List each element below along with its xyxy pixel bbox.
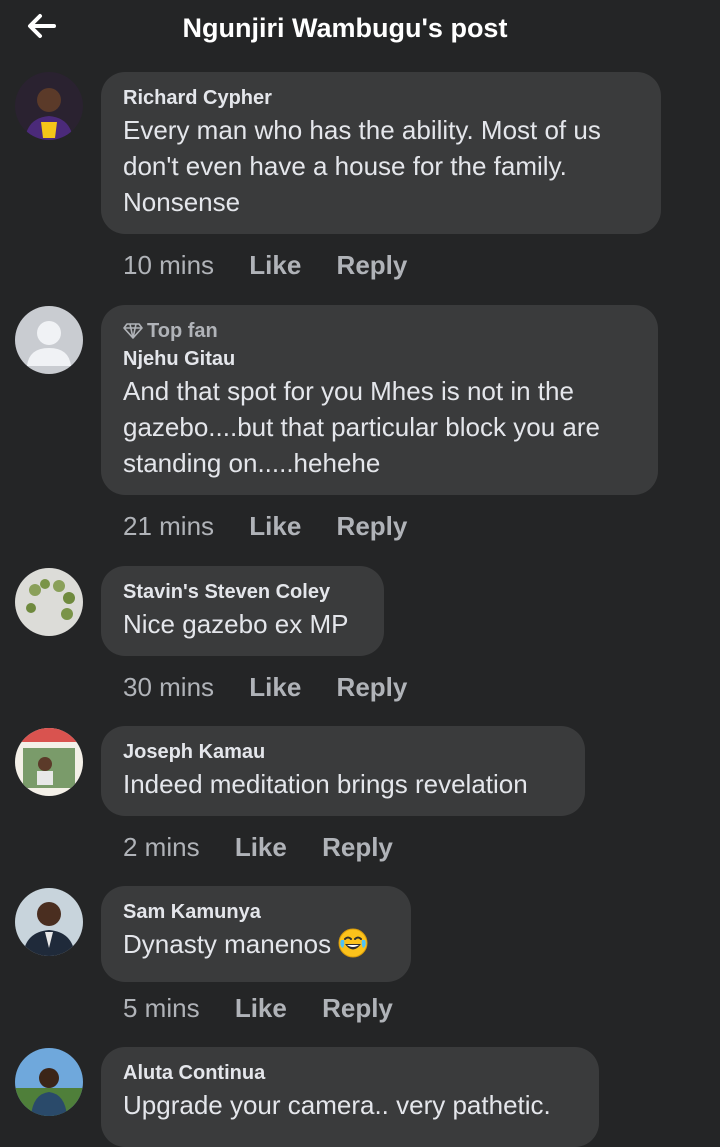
comment-bubble: Top fan Njehu Gitau And that spot for yo… — [101, 305, 658, 495]
comment-time: 10 mins — [123, 250, 215, 280]
reply-button[interactable]: Reply — [337, 511, 408, 541]
diamond-icon — [123, 323, 143, 339]
comment-bubble: Richard Cypher Every man who has the abi… — [101, 72, 661, 234]
comment-author[interactable]: Njehu Gitau — [123, 346, 637, 372]
like-button[interactable]: Like — [249, 672, 301, 702]
comment-author[interactable]: Joseph Kamau — [123, 739, 564, 765]
comment-text: Indeed meditation brings revelation — [123, 769, 528, 799]
avatar[interactable] — [15, 728, 83, 796]
reply-button[interactable]: Reply — [322, 832, 393, 862]
top-bar: Ngunjiri Wambugu's post — [0, 0, 720, 56]
avatar[interactable] — [15, 888, 83, 956]
comment-text: Every man who has the ability. Most of u… — [123, 115, 601, 217]
comment-text: And that spot for you Mhes is not in the… — [123, 376, 600, 478]
comment-actions: 5 mins Like Reply — [123, 991, 421, 1025]
avatar[interactable] — [15, 1048, 83, 1116]
comment-bubble: Sam Kamunya Dynasty manenos — [101, 886, 411, 982]
reply-button[interactable]: Reply — [337, 672, 408, 702]
face-with-tears-of-joy-emoji — [337, 927, 369, 968]
comment-text: Upgrade your camera.. very pathetic. — [123, 1090, 551, 1120]
top-fan-badge: Top fan — [123, 318, 637, 344]
comment-bubble: Joseph Kamau Indeed meditation brings re… — [101, 726, 585, 816]
comment-time: 2 mins — [123, 832, 200, 862]
comment-bubble: Aluta Continua Upgrade your camera.. ver… — [101, 1047, 599, 1147]
comment-author[interactable]: Sam Kamunya — [123, 899, 390, 925]
comment-author[interactable]: Richard Cypher — [123, 85, 640, 111]
comment-text: Dynasty manenos — [123, 926, 390, 968]
comment-actions: 30 mins Like Reply — [123, 670, 435, 704]
comment-time: 5 mins — [123, 993, 200, 1023]
avatar[interactable] — [15, 306, 83, 374]
like-button[interactable]: Like — [249, 511, 301, 541]
comment-author[interactable]: Stavin's Steven Coley — [123, 579, 363, 605]
comment-text: Nice gazebo ex MP — [123, 609, 349, 639]
like-button[interactable]: Like — [249, 250, 301, 280]
comment-bubble: Stavin's Steven Coley Nice gazebo ex MP — [101, 566, 384, 656]
comment-actions: 21 mins Like Reply — [123, 509, 435, 543]
reply-button[interactable]: Reply — [337, 250, 408, 280]
top-fan-label: Top fan — [147, 320, 218, 342]
avatar[interactable] — [15, 568, 83, 636]
page-title: Ngunjiri Wambugu's post — [182, 13, 508, 43]
comment-time: 21 mins — [123, 511, 215, 541]
reply-button[interactable]: Reply — [322, 993, 393, 1023]
comment-author[interactable]: Aluta Continua — [123, 1060, 578, 1086]
like-button[interactable]: Like — [235, 832, 287, 862]
like-button[interactable]: Like — [235, 993, 287, 1023]
comment-actions: 2 mins Like Reply — [123, 830, 421, 864]
comment-time: 30 mins — [123, 672, 215, 702]
comment-actions: 10 mins Like Reply — [123, 248, 435, 282]
avatar[interactable] — [15, 72, 83, 140]
